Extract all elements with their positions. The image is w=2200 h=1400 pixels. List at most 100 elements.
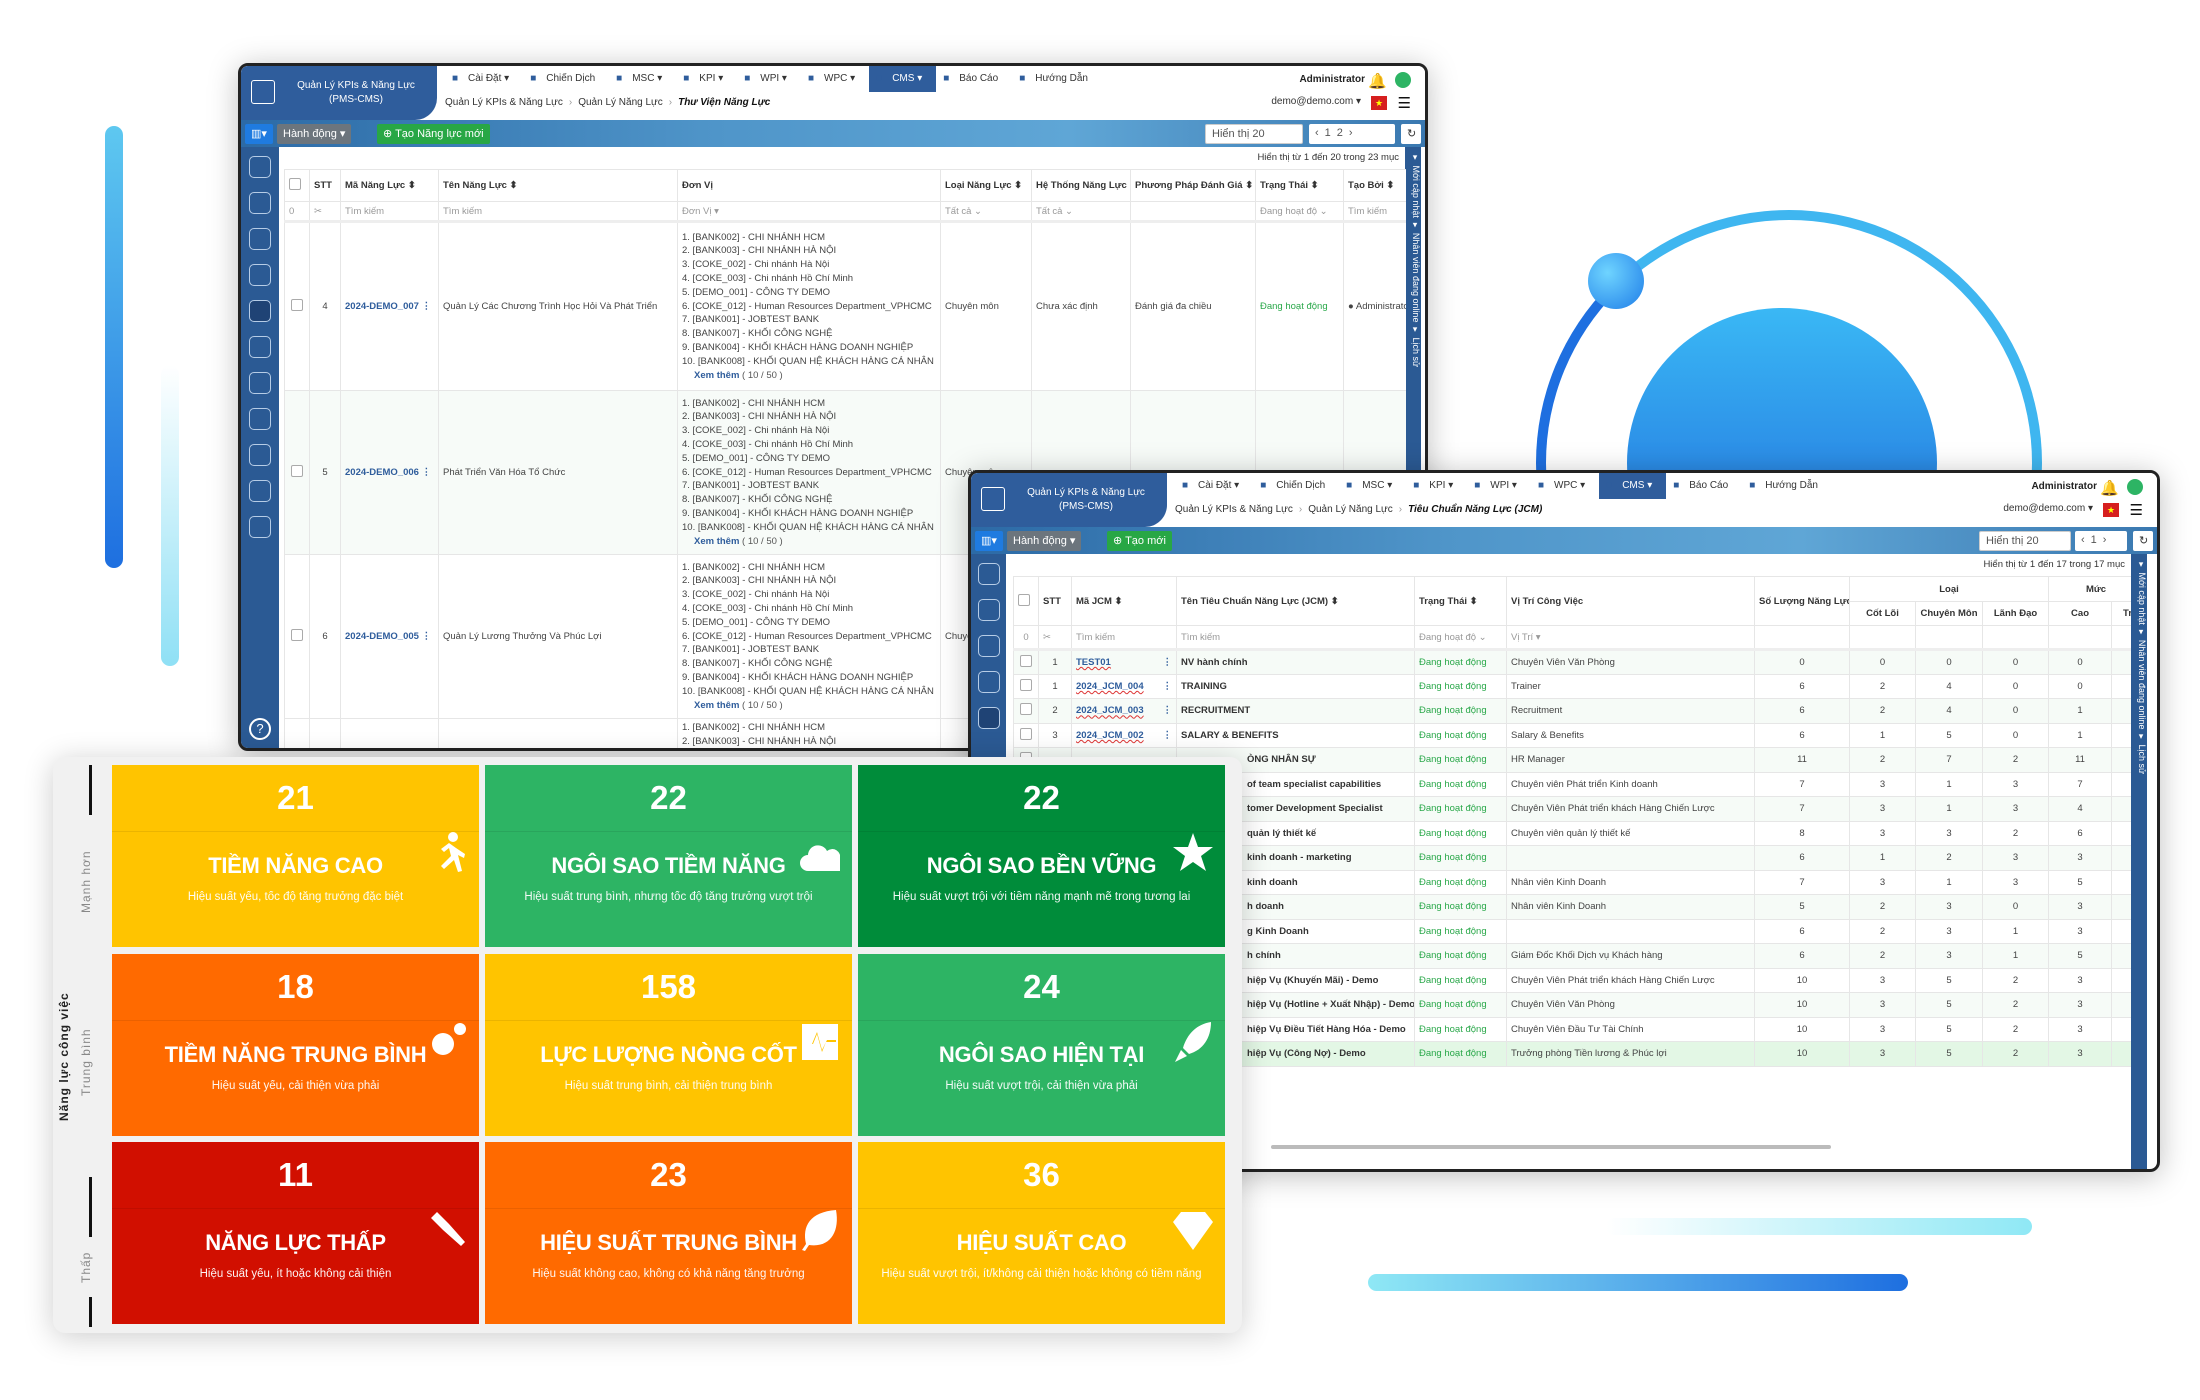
nine-box-cell[interactable]: 11 NĂNG LỰC THẤP Hiệu suất yếu, ít hoặc kh… [112,1142,479,1324]
row-menu-icon[interactable]: ⋮ [1163,730,1173,741]
refresh-icon[interactable]: ↻ [1401,124,1421,144]
hamburger-menu-icon[interactable]: ☰ [2130,501,2143,519]
menu-item[interactable]: ■ Báo Cáo [936,66,1012,92]
clipboard-gear-icon[interactable] [249,408,271,430]
jcm-code-link[interactable]: 2024_JCM_002 [1076,730,1144,741]
globe-icon[interactable] [1395,72,1411,88]
competency-code-link[interactable]: 2024-DEMO_006 [345,467,419,478]
row-menu-icon[interactable]: ⋮ [1163,657,1173,668]
page-link[interactable]: 2 [1337,127,1349,139]
competency-code-link[interactable]: 2024-DEMO_005 [345,631,419,642]
jcm-code-link[interactable]: TEST01 [1076,657,1111,668]
page-link[interactable]: › [1349,127,1359,139]
column-header[interactable]: Tạo Bởi ⬍ [1343,169,1406,202]
side-panel-tabs[interactable]: ▾ Mới cập nhật ▾ Nhân viên đang online ▾… [2131,554,2147,1169]
code-filter-input[interactable]: Tìm kiếm [1071,625,1177,651]
user-name[interactable]: Administrator [1299,74,1365,85]
menu-item[interactable]: ■ MSC ▾ [1339,473,1406,499]
column-header-status[interactable]: Trạng Thái ⬍ [1414,576,1507,626]
column-header-high[interactable]: Cao [2048,601,2113,626]
breadcrumb-item[interactable]: Quản Lý Năng Lực [1308,504,1393,515]
jcm-code-link[interactable]: 2024_JCM_003 [1076,705,1144,716]
column-header-next[interactable]: Tr [2111,601,2131,626]
menu-item[interactable]: ■ KPI ▾ [1406,473,1467,499]
filter-input[interactable]: Tìm kiếm [1343,201,1406,223]
clear-filter-icon[interactable]: ✂ [309,201,341,223]
menu-item[interactable]: ■ WPC ▾ [1531,473,1599,499]
column-toggle-button[interactable]: ▥▾ [245,124,273,144]
column-header-name[interactable]: Tên Tiêu Chuẩn Năng Lực (JCM) ⬍ [1176,576,1415,626]
column-header[interactable]: STT [309,169,341,202]
menu-item[interactable]: ■ Chiến Dịch [1253,473,1339,499]
filter-input[interactable]: Tìm kiếm [340,201,439,223]
column-header[interactable]: Tên Năng Lực ⬍ [438,169,678,202]
nine-box-cell[interactable]: 24 NGÔI SAO HIỆN TẠI Hiệu suất vượt trội, … [858,954,1225,1136]
row-checkbox[interactable] [1013,649,1039,675]
menu-item[interactable]: ■ Hướng Dẫn [1742,473,1832,499]
search-people-icon[interactable] [977,599,1000,621]
table-row[interactable]: 2 2024_JCM_003 ⋮ RECRUITMENT Đang hoạt động R… [1013,698,2131,724]
column-header-lead[interactable]: Lãnh Đạo [1981,601,2050,626]
calendar-icon[interactable] [977,635,1000,657]
nine-box-cell[interactable]: 23 HIỆU SUẤT TRUNG BÌNH Hiệu suất không ca… [485,1142,852,1324]
column-header[interactable]: Trạng Thái ⬍ [1255,169,1344,202]
page-link[interactable]: ‹ [1315,127,1325,139]
menu-item[interactable]: ■ Cài Đặt ▾ [445,66,523,92]
globe-icon[interactable] [2127,479,2143,495]
column-header-position[interactable]: Vị Trí Công Việc [1506,576,1755,626]
app-brand[interactable]: Quản Lý KPIs & Năng Lực (PMS-CMS) [241,66,437,120]
select-all-checkbox[interactable] [1013,576,1039,626]
menu-item[interactable]: ■ WPI ▾ [737,66,801,92]
app-brand[interactable]: Quản Lý KPIs & Năng Lực (PMS-CMS) [971,473,1167,527]
row-menu-icon[interactable]: ⋮ [1163,705,1173,716]
row-checkbox[interactable] [284,221,310,391]
row-checkbox[interactable] [1013,673,1039,699]
column-header[interactable]: Đơn Vị [677,169,941,202]
page-link[interactable]: ‹ [2081,534,2091,546]
table-row[interactable]: 1 2024_JCM_004 ⋮ TRAINING Đang hoạt động Trai… [1013,673,2131,699]
hamburger-menu-icon[interactable]: ☰ [1398,94,1411,112]
menu-item[interactable]: ■ MSC ▾ [609,66,676,92]
help-icon[interactable]: ? [249,718,271,740]
breadcrumb-item[interactable]: Quản Lý KPIs & Năng Lực [1175,504,1293,515]
column-toggle-button[interactable]: ▥▾ [975,531,1003,551]
refresh-icon[interactable]: ↻ [2133,531,2153,551]
select-all-checkbox[interactable] [284,169,310,202]
calculator-icon[interactable] [249,372,271,394]
report-icon[interactable] [249,480,271,502]
user-email-dropdown[interactable]: demo@demo.com ▾ [2003,503,2093,514]
create-button[interactable]: ⊕ Tạo mới [1107,531,1172,551]
create-competency-button[interactable]: ⊕ Tạo Năng lực mới [377,124,490,144]
breadcrumb-item[interactable]: Quản Lý Năng Lực [578,97,663,108]
menu-item[interactable]: ■ CMS ▾ [869,66,937,92]
chart-icon[interactable] [977,707,1000,729]
row-checkbox[interactable] [284,554,310,719]
dashboard-icon[interactable] [977,563,1000,585]
actions-dropdown[interactable]: Hành động ▾ [1007,531,1082,551]
row-menu-icon[interactable]: ⋮ [1163,681,1173,692]
position-filter-select[interactable]: Vị Trí ▾ [1506,625,1755,651]
see-more-link[interactable]: Xem thêm [694,700,739,711]
competency-code-link[interactable]: 2024-DEMO_007 [345,301,419,312]
page-link[interactable]: 1 [2091,534,2103,546]
column-header-expert[interactable]: Chuyên Môn [1915,601,1983,626]
row-checkbox[interactable] [1013,698,1039,724]
column-header-code[interactable]: Mã JCM ⬍ [1071,576,1177,626]
column-header-stt[interactable]: STT [1038,576,1072,626]
jcm-code-link[interactable]: 2024_JCM_004 [1076,681,1144,692]
nine-box-cell[interactable]: 22 NGÔI SAO TIỀM NĂNG Hiệu suất trung bình… [485,765,852,947]
see-more-link[interactable]: Xem thêm [694,370,739,381]
name-filter-input[interactable]: Tìm kiếm [1176,625,1415,651]
user-name[interactable]: Administrator [2031,481,2097,492]
row-menu-icon[interactable]: ⋮ [422,631,432,642]
vietnam-flag-icon[interactable]: ★ [1371,96,1387,110]
filter-input[interactable]: Đơn Vị ▾ [677,201,941,223]
column-header-core[interactable]: Cốt Lõi [1849,601,1916,626]
edit-doc-icon[interactable] [249,516,271,538]
nine-box-cell[interactable]: 158 LỰC LƯỢNG NÒNG CỐT Hiệu suất trung bìn… [485,954,852,1136]
column-header-count[interactable]: Số Lượng Năng Lực [1754,576,1850,626]
column-header[interactable]: Hệ Thống Năng Lực [1031,169,1131,202]
vietnam-flag-icon[interactable]: ★ [2103,503,2119,517]
search-people-icon[interactable] [249,192,271,214]
menu-item[interactable]: ■ CMS ▾ [1599,473,1667,499]
